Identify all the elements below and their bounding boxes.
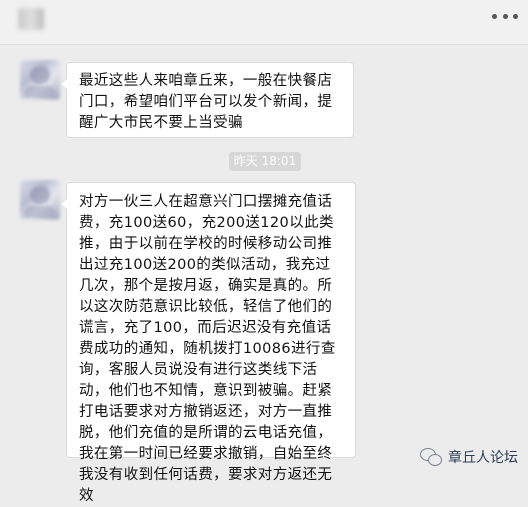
blurred-contact-name [18, 8, 44, 30]
watermark: 章丘人论坛 [420, 447, 518, 467]
avatar[interactable] [20, 180, 60, 220]
message-bubble: 对方一伙三人在超意兴门口摆摊充值话费，充100送60，充200送120以此类推，… [60, 182, 356, 504]
message-text: 最近这些人来咱章丘来，一般在快餐店门口，希望咱们平台可以发个新闻，提醒广大市民不… [79, 73, 333, 131]
message-text: 对方一伙三人在超意兴门口摆摊充值话费，充100送60，充200送120以此类推，… [79, 194, 336, 504]
avatar[interactable] [20, 60, 60, 100]
more-dots-icon[interactable] [492, 6, 518, 26]
wechat-icon [420, 448, 442, 466]
message-timestamp: 昨天 18:01 [229, 152, 301, 171]
message-bubble: 最近这些人来咱章丘来，一般在快餐店门口，希望咱们平台可以发个新闻，提醒广大市民不… [60, 62, 354, 138]
chat-header [0, 0, 528, 45]
watermark-label: 章丘人论坛 [448, 450, 518, 466]
